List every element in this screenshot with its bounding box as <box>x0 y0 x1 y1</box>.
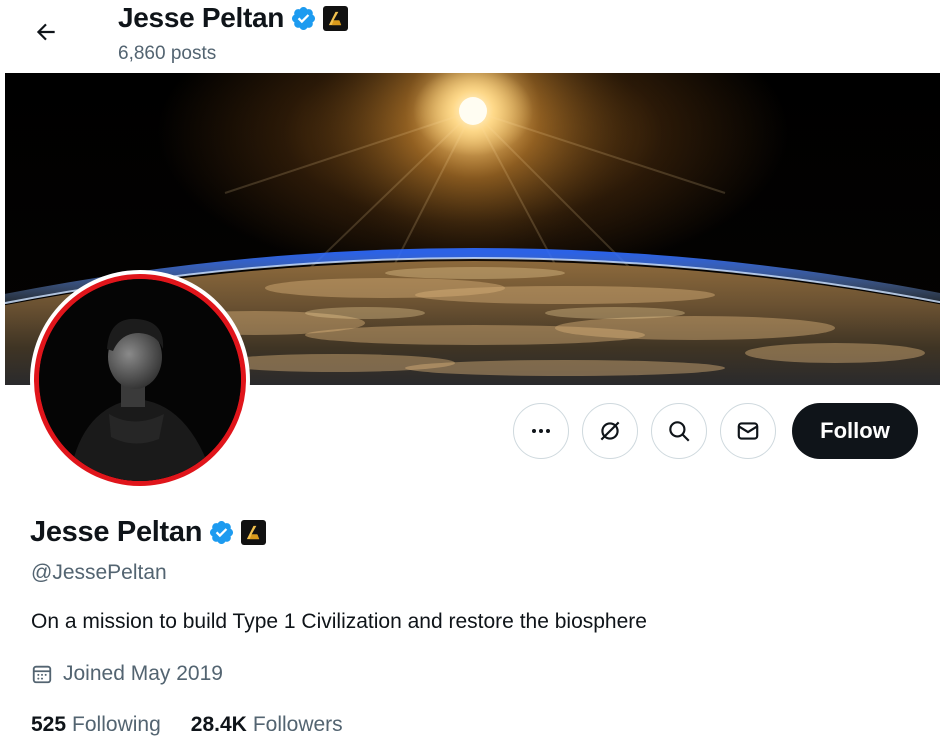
top-bar: Jesse Peltan 6,860 posts <box>0 0 940 73</box>
following-link[interactable]: 525 Following <box>31 713 161 737</box>
message-icon <box>737 422 759 440</box>
profile-bio: On a mission to build Type 1 Civilizatio… <box>31 610 647 633</box>
post-count: 6,860 posts <box>118 43 217 64</box>
search-button[interactable] <box>651 403 707 459</box>
follow-stats: 525 Following 28.4K Followers <box>31 713 343 737</box>
following-count: 525 <box>31 713 67 736</box>
avatar-image <box>34 274 246 486</box>
follow-button[interactable]: Follow <box>792 403 918 459</box>
more-icon <box>532 429 550 433</box>
person-portrait-icon <box>39 279 241 481</box>
profile-name: Jesse Peltan <box>30 516 203 548</box>
back-arrow-icon <box>36 23 55 41</box>
header-name: Jesse Peltan <box>118 2 285 33</box>
profile-handle: @JessePeltan <box>31 561 167 584</box>
verified-badge-icon[interactable] <box>208 519 235 546</box>
back-button[interactable] <box>28 14 64 50</box>
profile-name-row: Jesse Peltan <box>30 516 267 549</box>
message-button[interactable] <box>720 403 776 459</box>
profile-actions: Follow <box>513 403 918 459</box>
verified-badge-icon <box>290 5 317 32</box>
calendar-icon <box>32 665 52 684</box>
followers-link[interactable]: 28.4K Followers <box>191 713 343 737</box>
join-date: Joined May 2019 <box>31 662 223 686</box>
affiliation-badge-icon[interactable] <box>241 520 267 545</box>
avatar[interactable] <box>30 270 250 490</box>
grok-icon <box>600 421 620 441</box>
search-icon <box>669 421 690 442</box>
more-button[interactable] <box>513 403 569 459</box>
header-name-row: Jesse Peltan <box>118 2 349 34</box>
following-label: Following <box>72 713 161 736</box>
followers-count: 28.4K <box>190 713 247 736</box>
followers-label: Followers <box>252 713 343 736</box>
affiliation-badge-icon[interactable] <box>323 5 349 31</box>
grok-button[interactable] <box>582 403 638 459</box>
join-date-text: Joined May 2019 <box>63 662 223 685</box>
